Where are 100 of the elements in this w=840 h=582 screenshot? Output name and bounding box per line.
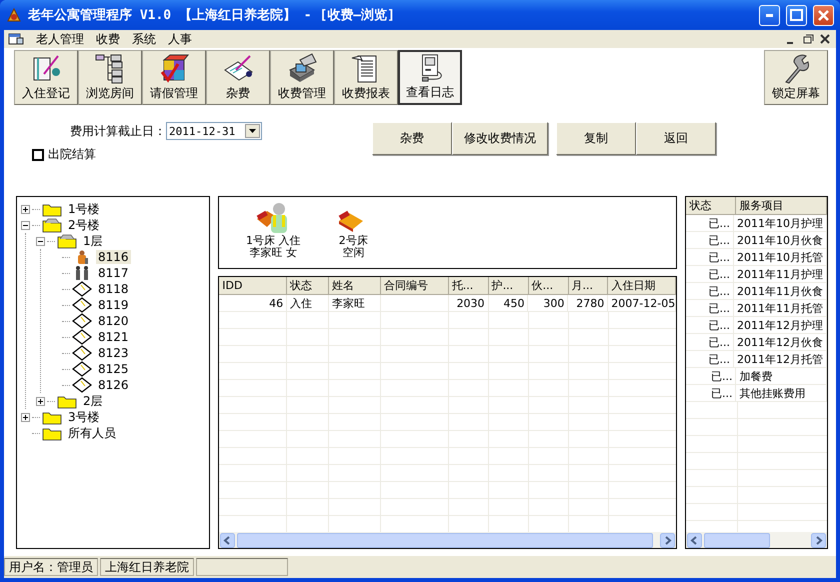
- scroll-left-icon: [220, 532, 236, 548]
- toolbar-button[interactable]: 请假管理: [142, 50, 206, 105]
- column-header[interactable]: 状态: [686, 197, 736, 215]
- column-header[interactable]: 伙...: [528, 277, 569, 295]
- scroll-right-icon: [660, 532, 676, 548]
- column-header[interactable]: 状态: [287, 277, 330, 295]
- checkbox[interactable]: [32, 148, 44, 160]
- minimize-icon: [766, 14, 773, 16]
- column-header[interactable]: 入住日期: [608, 277, 676, 295]
- bed-label: 李家旺 女: [250, 247, 298, 259]
- column-header[interactable]: 月...: [568, 277, 608, 295]
- diamond-icon: [70, 297, 94, 313]
- tree-item[interactable]: 3号楼: [66, 408, 102, 426]
- menu-item[interactable]: 人事: [168, 30, 192, 48]
- diamond-icon: [70, 345, 94, 361]
- toolbar-button[interactable]: 杂费: [206, 50, 270, 105]
- bed-label: 空闲: [342, 247, 364, 259]
- tree-item[interactable]: 所有人员: [66, 424, 118, 442]
- bed-label: 2号床: [338, 235, 368, 247]
- toolbar-button[interactable]: 收费报表: [334, 50, 398, 105]
- tree-item[interactable]: 1层: [81, 232, 105, 250]
- table-cell: 2780: [568, 295, 608, 312]
- table-cell: 其他挂账费用: [736, 385, 827, 402]
- expand-icon[interactable]: [36, 396, 45, 406]
- table-cell: 2011年10月伙食: [734, 232, 827, 249]
- table-cell: 李家旺: [328, 295, 381, 312]
- folder-icon: [55, 233, 79, 249]
- checkbox-label: 出院结算: [48, 146, 96, 163]
- collapse-icon[interactable]: [36, 236, 45, 246]
- close-button[interactable]: [818, 32, 832, 46]
- maximize-button[interactable]: [786, 4, 807, 26]
- restore-button[interactable]: [801, 32, 815, 46]
- table-cell: 2011年10月托管: [734, 249, 827, 266]
- menu-item[interactable]: 收费: [96, 30, 120, 48]
- tree-item[interactable]: 2层: [81, 392, 105, 410]
- table-cell: 46: [219, 295, 288, 312]
- scrollbar-thumb[interactable]: [237, 532, 654, 548]
- table-cell: 2011年10月护理: [734, 215, 827, 232]
- tree-item[interactable]: 8118: [96, 282, 131, 296]
- table-cell: 已...: [686, 232, 734, 249]
- window-title: 老年公寓管理程序 V1.0 【上海红日养老院】 - [收费—浏览]: [28, 6, 396, 24]
- table-cell: 2011年11月护理: [734, 266, 827, 283]
- tree-item[interactable]: 8121: [96, 330, 131, 344]
- caret-icon: [249, 129, 256, 133]
- toolbar-button[interactable]: 查看日志: [398, 50, 462, 105]
- scroll-right-icon: [811, 532, 826, 548]
- toolbar-button[interactable]: 浏览房间: [78, 50, 142, 105]
- table-cell: 已...: [686, 385, 736, 402]
- toolbar-button[interactable]: 锁定屏幕: [764, 50, 828, 105]
- action-button[interactable]: 杂费: [372, 122, 452, 155]
- column-header[interactable]: 合同编号: [380, 277, 449, 295]
- diamond-icon: [70, 361, 94, 377]
- tree-item[interactable]: 2号楼: [66, 216, 102, 234]
- table-cell: 已...: [686, 317, 734, 334]
- document-icon: [8, 32, 24, 46]
- action-button[interactable]: 修改收费情况: [452, 122, 548, 155]
- tree-item[interactable]: 8125: [96, 362, 131, 376]
- table-cell: 2011年11月托管: [734, 300, 827, 317]
- maximize-icon: [790, 9, 803, 21]
- toolbar-button[interactable]: 入住登记: [14, 50, 78, 105]
- table-cell: 2011年12月伙食: [734, 334, 827, 351]
- column-header[interactable]: 服务项目: [736, 197, 827, 215]
- diamond-icon: [70, 313, 94, 329]
- table-cell: 加餐费: [736, 368, 827, 385]
- menu-item[interactable]: 系统: [132, 30, 156, 48]
- table-cell: 2007-12-05: [608, 295, 676, 312]
- toolbar-button[interactable]: 收费管理: [270, 50, 334, 105]
- close-button[interactable]: [813, 4, 834, 26]
- tree-item[interactable]: 8116: [96, 250, 131, 264]
- column-header[interactable]: IDD: [219, 277, 288, 295]
- expand-icon[interactable]: [21, 412, 30, 422]
- tree-item[interactable]: 8120: [96, 314, 131, 328]
- table-cell: 已...: [686, 334, 734, 351]
- menu-item[interactable]: 老人管理: [36, 30, 84, 48]
- tree-item[interactable]: 8117: [96, 266, 131, 280]
- table-cell: 已...: [686, 215, 734, 232]
- action-button[interactable]: 复制: [556, 122, 636, 155]
- table-cell: 已...: [686, 249, 734, 266]
- table-cell: 450: [488, 295, 528, 312]
- expand-icon[interactable]: [21, 204, 30, 214]
- column-header[interactable]: 托...: [448, 277, 489, 295]
- close-icon: [818, 10, 829, 20]
- action-button[interactable]: 返回: [636, 122, 716, 155]
- date-dropdown[interactable]: 2011-12-31: [166, 122, 262, 140]
- tree-item[interactable]: 8119: [96, 298, 131, 312]
- tree-item[interactable]: 8123: [96, 346, 131, 360]
- column-header[interactable]: 姓名: [329, 277, 381, 295]
- scrollbar-thumb[interactable]: [704, 532, 770, 548]
- diamond-icon: [70, 281, 94, 297]
- tree-item[interactable]: 1号楼: [66, 200, 102, 218]
- table-cell: 入住: [287, 295, 329, 312]
- table-cell: 2030: [448, 295, 489, 312]
- column-header[interactable]: 护...: [488, 277, 529, 295]
- minimize-button[interactable]: [759, 4, 780, 26]
- diamond-icon: [70, 377, 94, 393]
- diamond-icon: [70, 329, 94, 345]
- table-cell: 2011年12月护理: [734, 317, 827, 334]
- status-text: 用户名：管理员: [4, 558, 98, 576]
- collapse-icon[interactable]: [21, 220, 30, 230]
- tree-item[interactable]: 8126: [96, 378, 131, 392]
